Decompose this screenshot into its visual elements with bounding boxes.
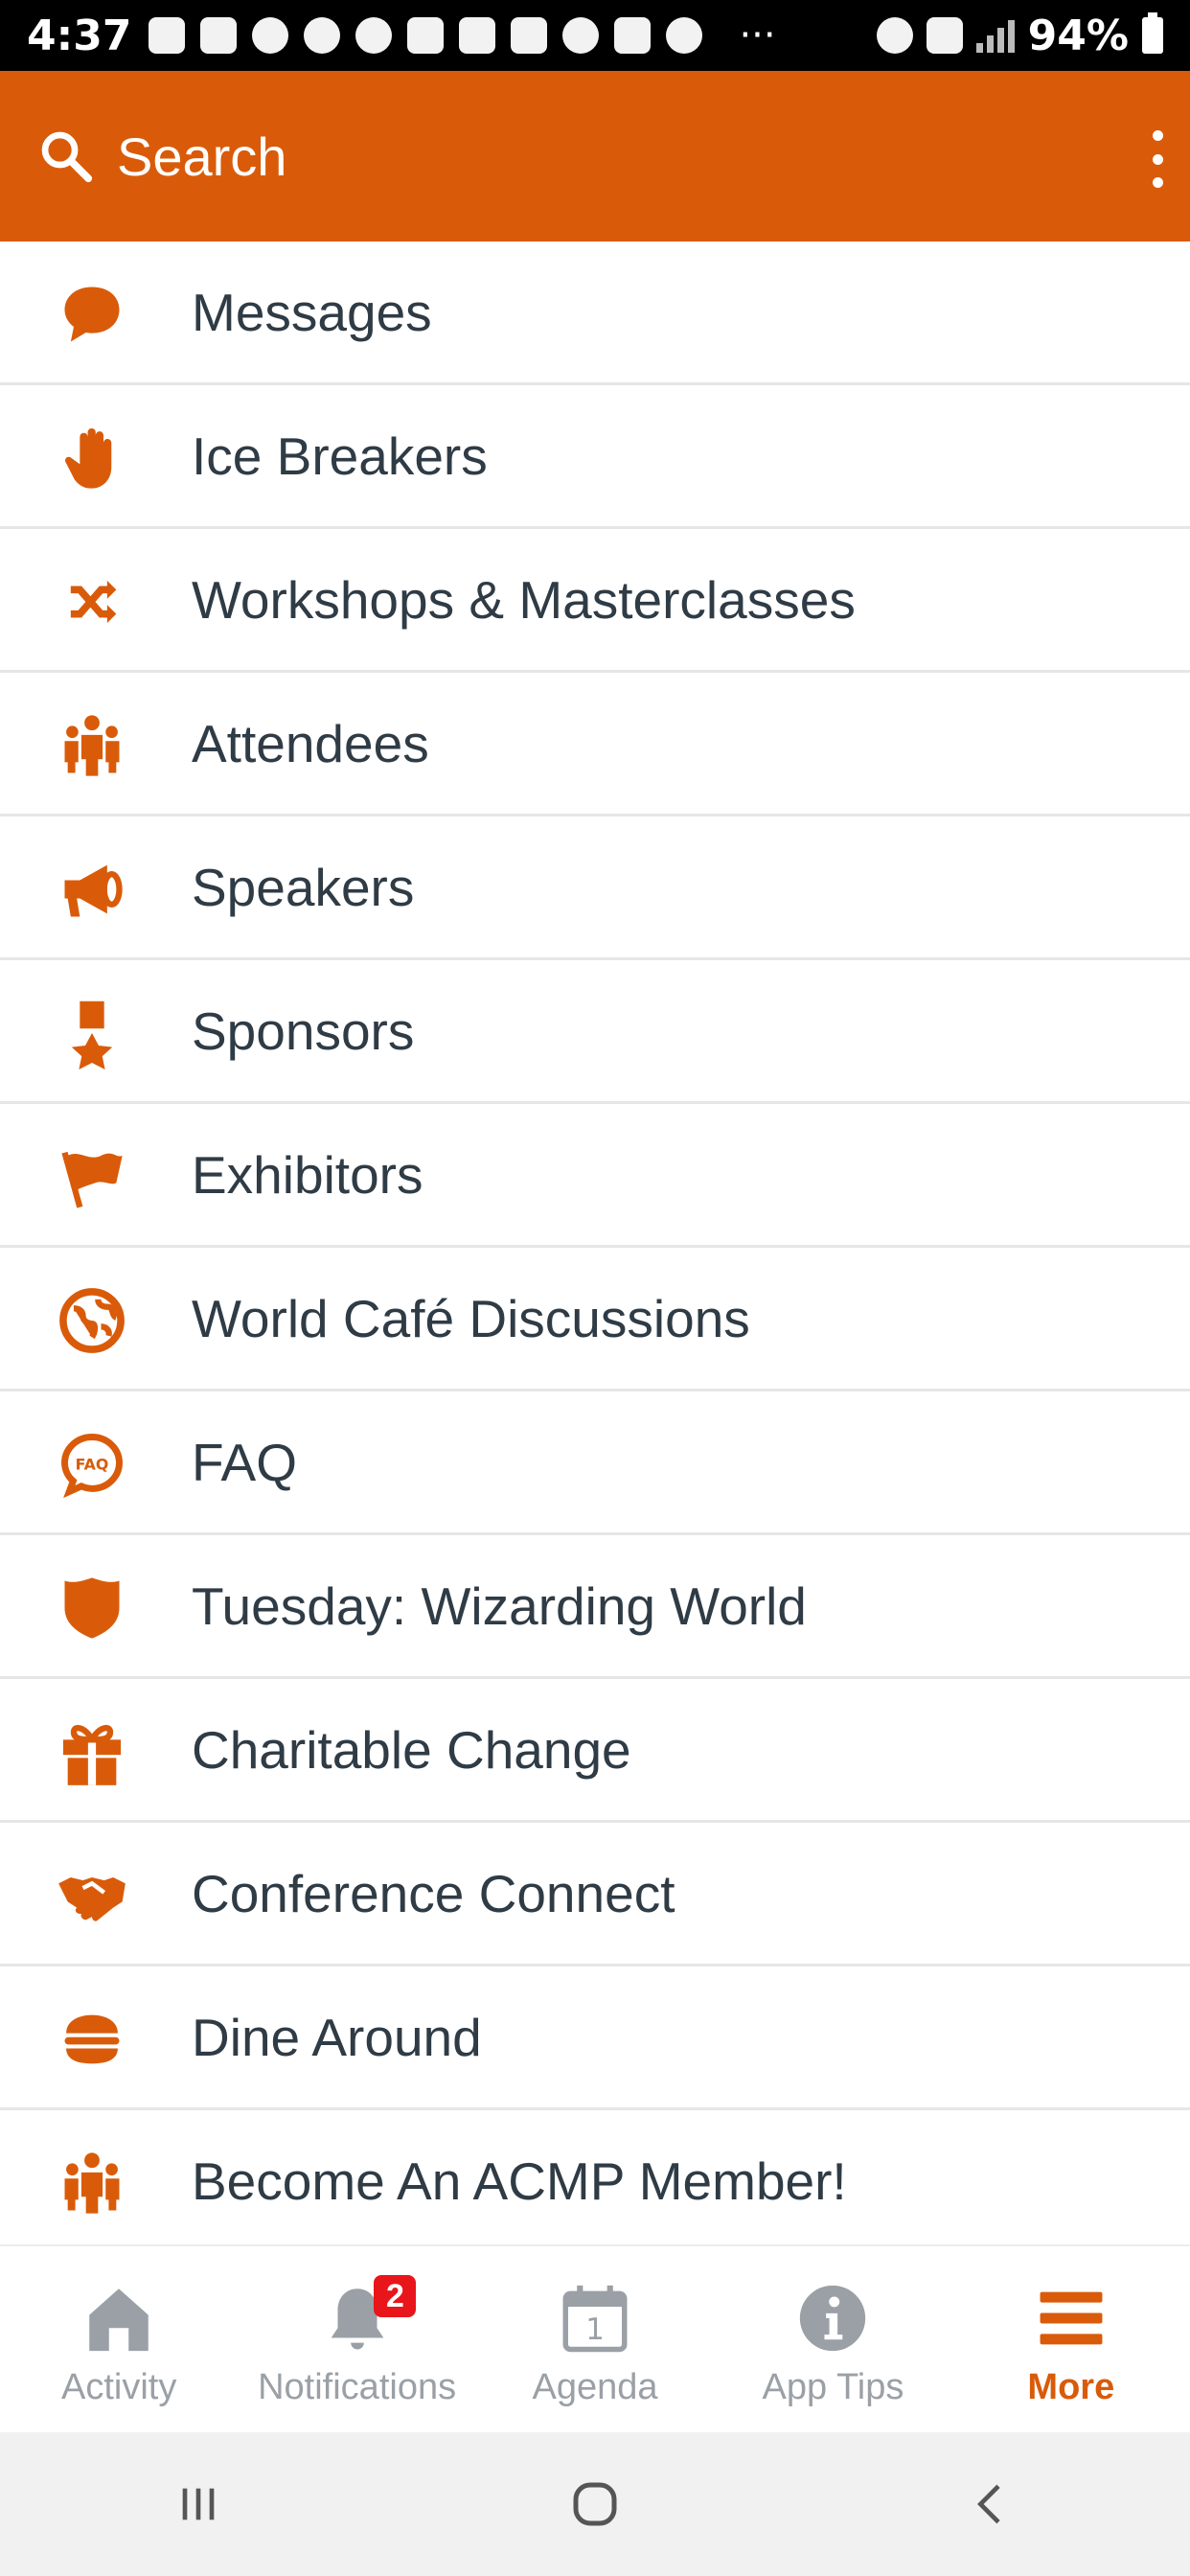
tab-notifications[interactable]: 2 Notifications (238, 2246, 475, 2434)
menu-item-label: FAQ (192, 1432, 298, 1492)
overflow-menu-icon[interactable] (1148, 130, 1167, 188)
menu-item-tuesday[interactable]: Tuesday: Wizarding World (0, 1535, 1190, 1679)
burger-icon (64, 2014, 120, 2064)
recent-apps-button[interactable] (160, 2466, 237, 2542)
faq-bubble-icon: FAQ (61, 1434, 123, 1499)
battery-percent: 94% (1027, 11, 1129, 60)
notification-badge: 2 (374, 2275, 417, 2317)
menu-item-ice-breakers[interactable]: Ice Breakers (0, 385, 1190, 529)
svg-text:FAQ: FAQ (76, 1456, 109, 1474)
tab-activity[interactable]: Activity (0, 2246, 238, 2434)
bottom-tab-bar: Activity 2 Notifications 1 Agenda App Ti… (0, 2244, 1190, 2434)
home-button[interactable] (557, 2466, 633, 2542)
lte-icon (926, 17, 963, 54)
menu-item-label: Charitable Change (192, 1719, 631, 1780)
hand-icon (65, 427, 112, 489)
tab-label: Activity (61, 2367, 177, 2407)
globe-icon (59, 1288, 125, 1353)
home-circle-icon (573, 2482, 617, 2526)
system-nav-bar (0, 2432, 1190, 2576)
info-icon (800, 2285, 866, 2352)
shield-icon (64, 1577, 120, 1639)
hamburger-icon (1040, 2291, 1103, 2345)
tab-agenda[interactable]: 1 Agenda (476, 2246, 714, 2434)
youtube-icon (149, 17, 186, 54)
tab-more[interactable]: More (952, 2246, 1190, 2434)
flag-icon (61, 1151, 123, 1208)
menu-item-sponsors[interactable]: Sponsors (0, 960, 1190, 1104)
people-icon (64, 2152, 120, 2214)
tab-app-tips[interactable]: App Tips (714, 2246, 951, 2434)
medal-icon (71, 1000, 113, 1070)
back-button[interactable] (953, 2466, 1030, 2542)
menu-item-label: Workshops & Masterclasses (192, 569, 856, 630)
menu-item-attendees[interactable]: Attendees (0, 673, 1190, 816)
status-bar: 4:37 ··· 94% (0, 0, 1190, 71)
check-icon (252, 17, 289, 54)
calendar-day: 1 (585, 2312, 605, 2347)
search-button[interactable]: Search (36, 126, 286, 188)
menu-item-speakers[interactable]: Speakers (0, 816, 1190, 960)
shuffle-icon (70, 580, 117, 624)
menu-item-label: Messages (192, 282, 432, 342)
search-label: Search (117, 126, 287, 187)
people-icon (64, 715, 120, 776)
tab-label: Notifications (258, 2367, 457, 2407)
menu-item-label: World Café Discussions (192, 1288, 750, 1348)
status-time: 4:37 (27, 11, 132, 60)
menu-item-charitable-change[interactable]: Charitable Change (0, 1679, 1190, 1823)
recent-apps-icon (182, 2488, 215, 2520)
menu-item-world-cafe[interactable]: World Café Discussions (0, 1248, 1190, 1392)
gift-icon (62, 1724, 122, 1785)
notification-icons: ··· (149, 13, 876, 58)
twitter-icon (407, 17, 445, 54)
android-icon (304, 17, 341, 54)
menu-item-messages[interactable]: Messages (0, 242, 1190, 385)
battery-icon (1142, 12, 1163, 54)
check-circle-icon (562, 17, 600, 54)
menu-item-label: Tuesday: Wizarding World (192, 1576, 807, 1636)
menu-item-label: Dine Around (192, 2007, 482, 2067)
menu-item-become-member[interactable]: Become An ACMP Member! (0, 2110, 1190, 2244)
app-circle-icon (666, 17, 703, 54)
alarm-icon (355, 17, 393, 54)
alarm-clock-icon (876, 17, 913, 54)
tab-label: App Tips (762, 2367, 904, 2407)
tab-label: More (1027, 2367, 1115, 2407)
menu-item-faq[interactable]: FAQ FAQ (0, 1392, 1190, 1535)
news-icon (511, 17, 548, 54)
back-icon (977, 2484, 1000, 2524)
system-status: 94% (876, 11, 1163, 60)
calendar-icon: 1 (562, 2285, 628, 2353)
menu-item-workshops[interactable]: Workshops & Masterclasses (0, 529, 1190, 673)
menu-item-label: Attendees (192, 713, 429, 773)
menu-item-label: Ice Breakers (192, 426, 488, 486)
tab-label: Agenda (532, 2367, 658, 2407)
menu-item-exhibitors[interactable]: Exhibitors (0, 1104, 1190, 1248)
mail-icon (459, 17, 496, 54)
menu-item-label: Become An ACMP Member! (192, 2150, 847, 2211)
menu-item-label: Sponsors (192, 1000, 415, 1061)
more-notifications-icon: ··· (739, 13, 776, 58)
signal-icon (975, 18, 1015, 53)
more-menu-list: Messages Ice Breakers Workshops & Master… (0, 242, 1190, 2244)
chat-bubble-icon (64, 287, 120, 342)
search-icon (41, 131, 93, 183)
app-icon (200, 17, 238, 54)
app-header: Search (0, 71, 1190, 242)
megaphone-icon (64, 864, 123, 917)
menu-item-label: Speakers (192, 857, 415, 917)
menu-item-conference-connect[interactable]: Conference Connect (0, 1823, 1190, 1966)
handshake-icon (58, 1877, 126, 1921)
menu-item-label: Conference Connect (192, 1863, 675, 1923)
menu-item-dine-around[interactable]: Dine Around (0, 1966, 1190, 2110)
image-icon (614, 17, 652, 54)
home-icon (89, 2288, 149, 2352)
menu-item-label: Exhibitors (192, 1144, 423, 1205)
